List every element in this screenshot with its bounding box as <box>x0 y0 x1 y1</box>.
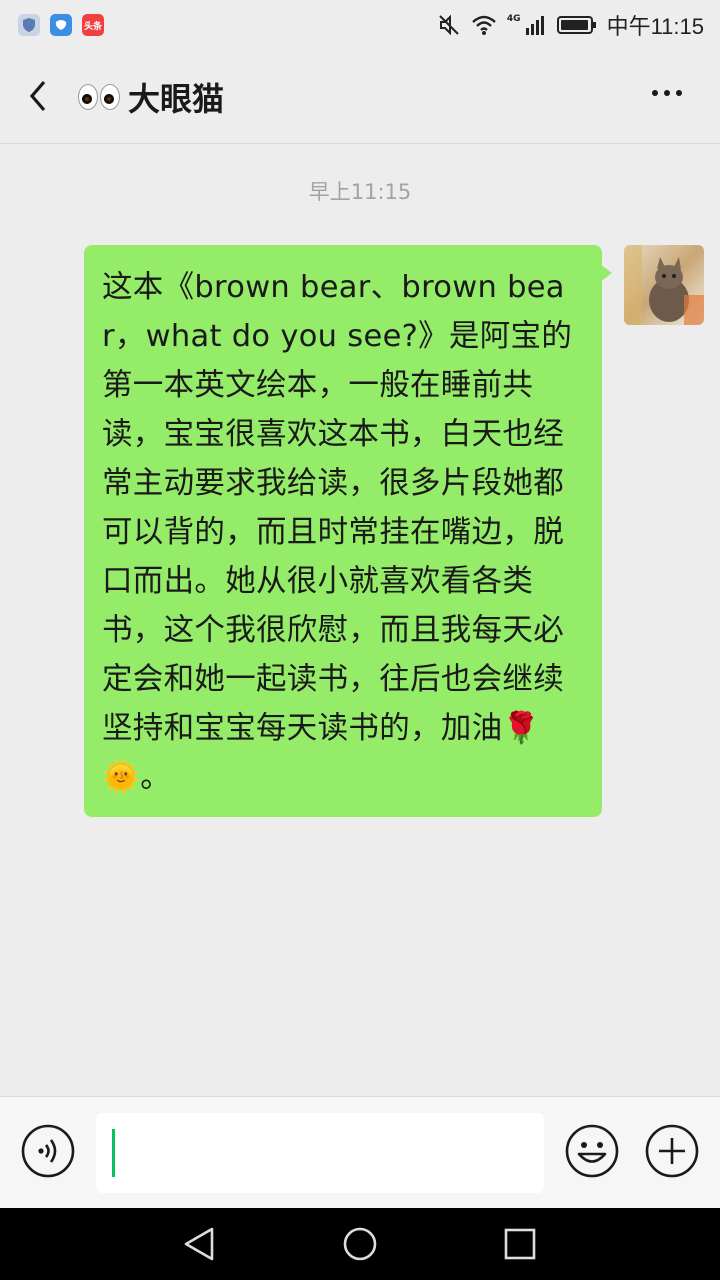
cat-photo-icon <box>624 245 704 325</box>
chat-header: 大眼猫 <box>0 50 720 144</box>
clock: 中午11:15 <box>606 14 704 39</box>
avatar[interactable] <box>624 245 704 325</box>
more-functions-button[interactable] <box>644 1123 700 1179</box>
notification-icons: 头条 <box>18 14 104 36</box>
emoji-button[interactable] <box>564 1123 620 1179</box>
network-type: 4G <box>506 14 521 24</box>
message-timestamp: 早上11:15 <box>308 180 412 204</box>
dot-icon <box>652 90 658 96</box>
dot-icon <box>676 90 682 96</box>
more-options-button[interactable] <box>652 90 682 96</box>
eyes-emoji-icon <box>78 84 120 110</box>
toutiao-label: 头条 <box>83 21 102 32</box>
message-input[interactable] <box>96 1113 544 1193</box>
status-bar: 头条 4G 中午11:15 <box>0 0 720 50</box>
plus-icon <box>645 1124 699 1178</box>
system-status: 4G 中午11:15 <box>437 9 704 41</box>
input-bar <box>0 1096 720 1208</box>
bubble-tail <box>600 264 612 282</box>
contact-title: 大眼猫 <box>78 74 224 120</box>
voice-icon <box>21 1124 75 1178</box>
battery-icon <box>556 16 596 34</box>
signal-icon <box>525 16 544 35</box>
toutiao-app-icon: 头条 <box>82 14 104 36</box>
chevron-left-icon <box>29 80 46 112</box>
system-navigation-bar <box>0 1208 720 1280</box>
text-cursor <box>112 1129 115 1177</box>
nav-back-icon[interactable] <box>180 1226 220 1262</box>
dot-icon <box>664 90 670 96</box>
back-button[interactable] <box>22 76 62 116</box>
wifi-icon <box>472 15 496 35</box>
page-title: 大眼猫 <box>128 80 225 118</box>
mute-icon <box>439 14 459 36</box>
message-bubble[interactable]: 这本《brown bear、brown bear，what do you see… <box>84 245 602 817</box>
nav-home-icon[interactable] <box>341 1225 379 1263</box>
voice-input-button[interactable] <box>20 1123 76 1179</box>
security-app-icon <box>18 14 40 36</box>
smiley-icon <box>565 1124 619 1178</box>
nav-recents-icon[interactable] <box>502 1226 538 1262</box>
message-app-icon <box>50 14 72 36</box>
